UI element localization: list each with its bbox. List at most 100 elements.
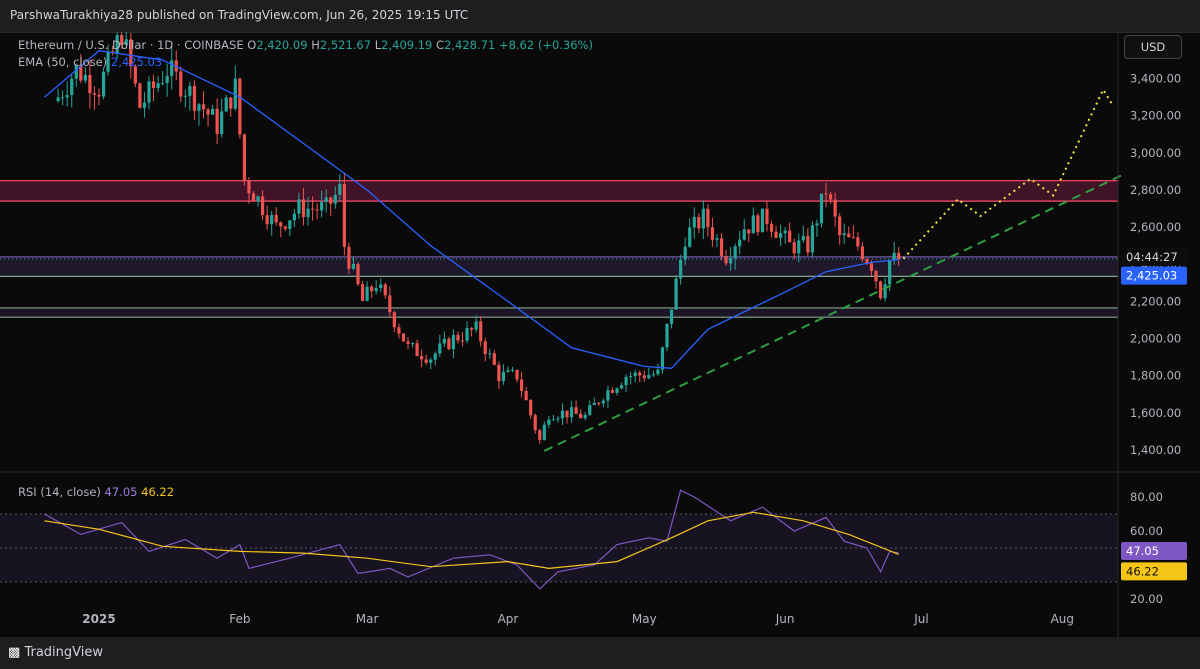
candle-body: [406, 341, 410, 344]
candle-body: [233, 78, 237, 109]
candle-body: [270, 214, 274, 225]
time-tick-label: Mar: [356, 612, 379, 626]
candle-body: [769, 223, 774, 232]
rsi-tag: 47.05: [1126, 544, 1159, 558]
candle-body: [701, 208, 705, 229]
candle-body: [165, 75, 169, 83]
candle-body: [383, 284, 387, 296]
time-tick-label: Jul: [913, 612, 928, 626]
candle-body: [851, 237, 855, 239]
candle-body: [579, 413, 583, 419]
tradingview-logo[interactable]: ▩ TradingView: [8, 645, 103, 660]
candle-body: [601, 400, 605, 404]
price-tick-label: 1,600.00: [1130, 406, 1181, 420]
support-band: [0, 256, 1118, 277]
candle-body: [824, 193, 828, 195]
ema-line: [44, 50, 899, 369]
candle-body: [256, 196, 260, 202]
rsi-value: 47.05: [104, 485, 138, 499]
candle-body: [497, 364, 501, 382]
candle-body: [819, 193, 824, 224]
candle-body: [888, 260, 892, 285]
price-chart[interactable]: 1,400.00 1,600.00 1,800.00 2,000.00 2,200.00…: [0, 32, 1200, 637]
candle-body: [97, 94, 101, 97]
price-tick-label: 3,200.00: [1130, 109, 1181, 123]
candle-body: [460, 340, 465, 342]
candle-body: [815, 223, 819, 226]
candle-body: [715, 238, 719, 240]
candle-body: [297, 199, 301, 214]
candle-body: [247, 180, 251, 194]
low-value: 2,409.19: [381, 38, 433, 52]
candle-body: [370, 286, 374, 292]
candle-body: [683, 246, 687, 260]
currency-button[interactable]: USD: [1124, 35, 1182, 59]
candle-body: [679, 259, 683, 279]
candle-body: [260, 196, 265, 216]
candle-body: [65, 95, 69, 98]
candle-body: [365, 286, 369, 301]
rsi-ma-tag: 46.22: [1126, 564, 1159, 578]
candle-body: [138, 83, 142, 108]
candle-body: [724, 256, 728, 264]
candle-body: [583, 414, 587, 419]
tradingview-logo-icon: ▩: [8, 645, 21, 660]
candle-body: [569, 407, 574, 418]
candle-body: [751, 215, 755, 234]
candle-body: [615, 388, 619, 393]
candle-body: [161, 82, 165, 84]
candle-body: [738, 239, 742, 247]
change-value: +8.62 (+0.36%): [498, 38, 593, 52]
rsi-tick-label: 20.00: [1130, 592, 1163, 606]
candle-body: [760, 208, 765, 233]
candle-body: [610, 390, 615, 393]
candle-body: [324, 197, 328, 203]
time-tick-label: Apr: [498, 612, 519, 626]
candle-body: [415, 343, 419, 357]
candle-body: [828, 194, 833, 200]
resistance-zone: [0, 180, 1118, 202]
candle-body: [156, 83, 160, 88]
time-tick-label: Aug: [1051, 612, 1074, 626]
candle-body: [351, 263, 356, 269]
candle-body: [479, 321, 483, 342]
candle-body: [342, 184, 346, 247]
candle-body: [638, 372, 642, 376]
candle-body: [501, 371, 506, 382]
candle-body: [265, 215, 269, 225]
candle-body: [315, 209, 319, 211]
candle-body: [656, 369, 660, 375]
price-tick-label: 2,600.00: [1130, 220, 1181, 234]
candle-body: [710, 227, 715, 240]
candle-body: [783, 230, 787, 234]
rsi-tick-label: 60.00: [1130, 524, 1163, 538]
candle-body: [310, 208, 315, 210]
symbol-legend: Ethereum / U.S. Dollar · 1D · COINBASE O…: [18, 38, 593, 52]
candle-body: [642, 375, 646, 379]
candle-body: [306, 208, 310, 218]
candle-body: [665, 323, 669, 348]
candle-body: [492, 353, 496, 365]
candle-body: [529, 400, 533, 416]
candle-body: [833, 199, 837, 217]
candle-body: [729, 258, 733, 264]
time-tick-label: Feb: [229, 612, 250, 626]
time-tick-label: 2025: [82, 612, 115, 626]
rsi-label: RSI (14, close): [18, 485, 101, 499]
candle-body: [629, 376, 633, 378]
candle-body: [488, 353, 492, 355]
candle-body: [442, 338, 446, 344]
rsi-legend[interactable]: RSI (14, close) 47.05 46.22: [18, 485, 174, 499]
candle-body: [229, 97, 233, 109]
countdown-tag: 04:44:27: [1126, 250, 1178, 264]
candle-body: [292, 213, 296, 221]
ema-legend[interactable]: EMA (50, close) 2,425.03: [18, 55, 162, 69]
candle-body: [360, 284, 365, 301]
candle-body: [147, 81, 151, 103]
candle-body: [547, 419, 551, 425]
high-label: H: [311, 38, 320, 52]
candle-body: [288, 220, 292, 229]
candle-body: [788, 230, 792, 243]
candle-body: [224, 97, 228, 112]
candle-body: [179, 71, 183, 97]
